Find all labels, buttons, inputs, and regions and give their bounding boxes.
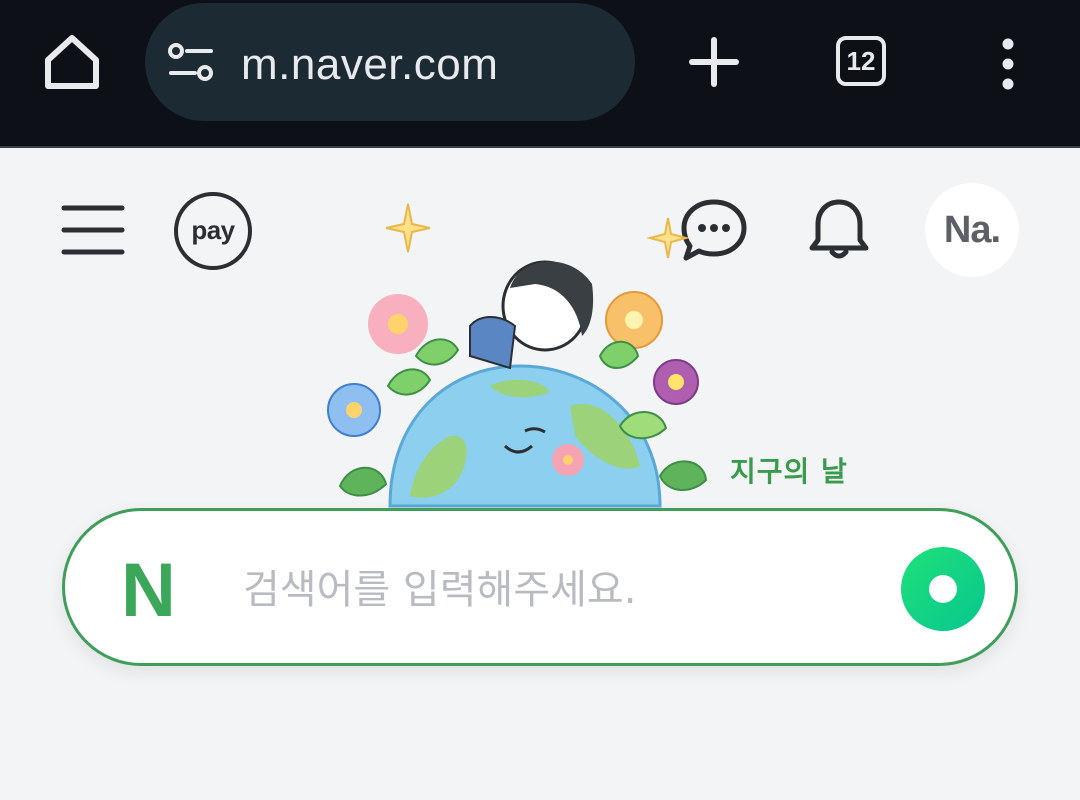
search-bar[interactable]: N — [62, 508, 1018, 666]
pay-button[interactable]: pay — [174, 192, 252, 270]
hamburger-icon — [61, 205, 125, 255]
tab-count: 12 — [846, 46, 876, 76]
avatar-label: Na. — [943, 209, 1001, 251]
avatar[interactable]: Na. — [925, 183, 1019, 277]
new-tab-button[interactable] — [686, 34, 742, 90]
toolbar-divider — [0, 146, 1080, 148]
menu-button[interactable] — [58, 200, 128, 260]
search-button[interactable] — [901, 547, 985, 631]
naver-logo[interactable]: N — [121, 551, 176, 631]
home-icon — [45, 35, 99, 89]
browser-menu-button[interactable] — [990, 36, 1026, 92]
url-text[interactable]: m.naver.com — [241, 37, 498, 93]
address-bar[interactable]: m.naver.com — [145, 3, 635, 121]
doodle-caption[interactable]: 지구의 날 — [730, 450, 848, 490]
search-input[interactable] — [241, 549, 885, 631]
search-ring-icon — [929, 575, 957, 603]
browser-toolbar: m.naver.com 12 — [0, 0, 1080, 148]
tab-switcher-button[interactable]: 12 — [836, 36, 886, 86]
home-button[interactable] — [38, 30, 106, 96]
pay-label: pay — [191, 215, 235, 245]
plus-icon — [689, 37, 739, 87]
tune-icon[interactable] — [167, 41, 215, 83]
more-vert-icon — [1002, 38, 1014, 90]
